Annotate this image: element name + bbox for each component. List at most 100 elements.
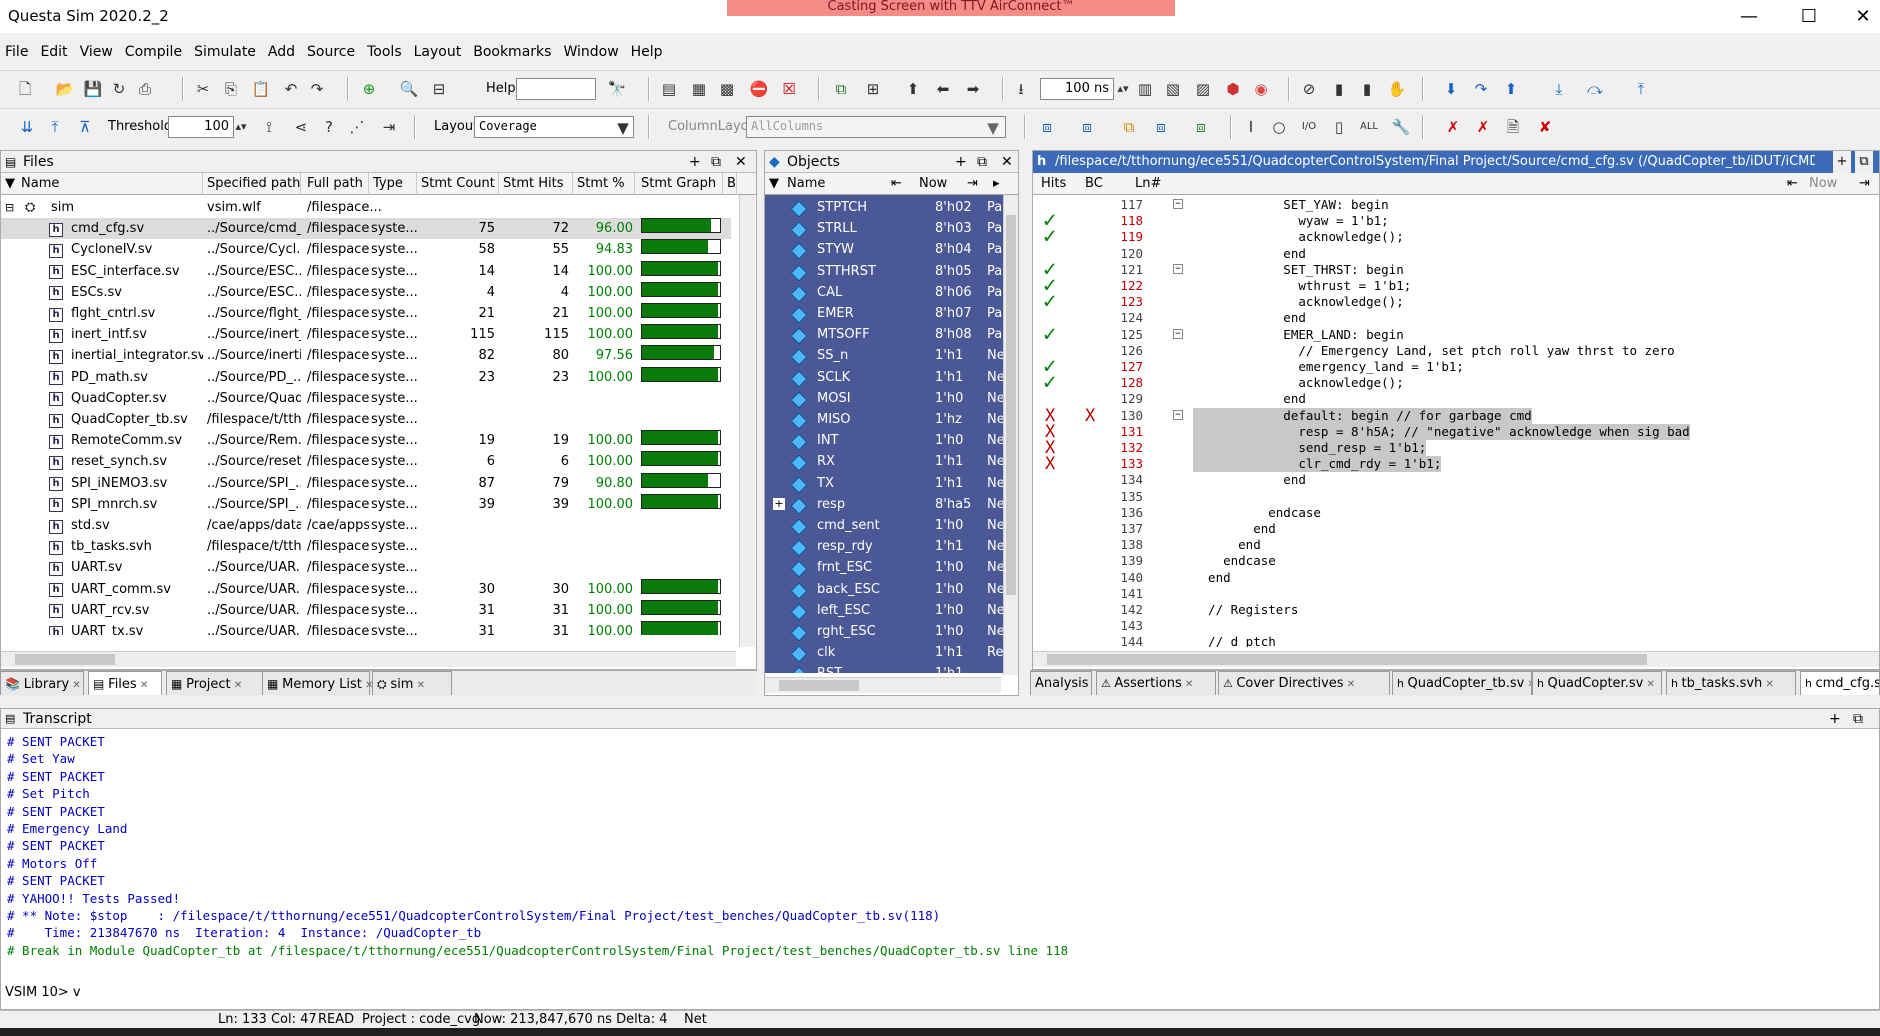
cover-icon-5[interactable]: ⧈ — [1190, 117, 1212, 137]
file-row[interactable]: h flght_cntrl.sv ../Source/flght_... /files… — [1, 303, 731, 324]
run-icon[interactable]: ▥ — [1134, 79, 1156, 99]
objects-undock-icon[interactable]: ⧉ — [977, 151, 987, 173]
step-over-back-icon[interactable]: ⤼ — [1584, 79, 1606, 99]
source-next-icon[interactable]: ⇥ — [1855, 173, 1875, 195]
file-row[interactable]: h SPI_mnrch.sv ../Source/SPI_... /filespace… — [1, 493, 731, 515]
tab-close-icon[interactable]: ✕ — [1182, 679, 1193, 690]
file-row[interactable]: h UART_rcv.sv ../Source/UAR... /filespace..… — [1, 599, 731, 621]
cut-icon[interactable]: ✂ — [192, 79, 214, 99]
tab-tb_tasks-svh[interactable]: h tb_tasks.svh ✕ — [1666, 671, 1796, 695]
objects-collapse-icon[interactable]: ▼ — [765, 173, 785, 195]
menu-bookmarks[interactable]: Bookmarks — [468, 38, 558, 60]
menu-compile[interactable]: Compile — [120, 38, 189, 60]
branch-icon[interactable]: ⟟ — [258, 117, 280, 137]
object-row[interactable]: SS_n 1'h1 Ne — [765, 345, 1005, 366]
menu-edit[interactable]: Edit — [35, 38, 74, 60]
source-prev-icon[interactable]: ⇤ — [1783, 173, 1803, 195]
code-line[interactable]: 141 — [1033, 586, 1873, 602]
back-icon[interactable]: ⬅ — [932, 79, 954, 99]
fsm-icon[interactable]: ⋰ — [346, 117, 368, 137]
chart-icon[interactable]: ▮ — [1328, 79, 1350, 99]
files-col-7[interactable]: Stmt Graph — [637, 173, 723, 195]
exclude-icon[interactable]: ✗ — [1442, 117, 1464, 137]
menu-view[interactable]: View — [75, 38, 120, 60]
up-icon[interactable]: ⬆ — [902, 79, 924, 99]
tab-quadcopter-sv[interactable]: h QuadCopter.sv ✕ — [1532, 671, 1662, 695]
file-row[interactable]: h reset_synch.sv ../Source/reset... /filesp… — [1, 451, 731, 472]
menu-add[interactable]: Add — [263, 38, 302, 60]
code-line[interactable]: 138 end — [1033, 537, 1873, 553]
files-col-5[interactable]: Stmt Hits — [499, 173, 573, 195]
filter-int-icon[interactable]: ▯ — [1328, 117, 1350, 137]
object-row[interactable]: clk 1'h1 Re — [765, 642, 1005, 663]
pane-undock-icon[interactable]: ⧉ — [711, 151, 721, 173]
tab-project[interactable]: ▦ Project ✕ — [166, 671, 266, 695]
tab-close-icon[interactable]: ✕ — [1344, 679, 1355, 690]
tab-assertions[interactable]: ⚠ Assertions ✕ — [1096, 671, 1216, 695]
source-add-icon[interactable]: + — [1833, 151, 1851, 173]
exclude-all-icon[interactable]: ✗ — [1472, 117, 1494, 137]
objects-prev-icon[interactable]: ⇤ — [887, 173, 911, 195]
maximize-icon[interactable]: ☐ — [1786, 4, 1832, 30]
help-search-icon[interactable]: 🔭 — [606, 79, 628, 99]
source-undock-icon[interactable]: ⧉ — [1855, 151, 1873, 173]
tab-sim[interactable]: ⛭ sim ✕ — [372, 671, 452, 695]
transcript-undock-icon[interactable]: ⧉ — [1853, 709, 1863, 729]
objects-more-icon[interactable]: ▸ — [989, 173, 1009, 195]
simulate-icon[interactable]: ▩ — [716, 79, 738, 99]
file-row[interactable]: h RemoteComm.sv ../Source/Rem... /filespace… — [1, 430, 731, 451]
time-spinner-icon[interactable]: ▴▾ — [1112, 79, 1134, 99]
file-row[interactable]: h cmd_cfg.sv ../Source/cmd_... /filespace..… — [1, 218, 731, 240]
files-collapse-icon[interactable]: ▼ — [1, 173, 17, 195]
restart-icon[interactable]: ⭳ — [1010, 79, 1032, 99]
code-line[interactable]: ✓ 118 wyaw = 1'b1; — [1033, 210, 1873, 232]
up-bar-icon[interactable]: ⤒ — [44, 117, 66, 137]
code-line[interactable]: X 131 resp = 8'h5A; // "negative" acknowl… — [1033, 423, 1873, 440]
help-search-input[interactable] — [516, 78, 596, 100]
tab-memory-list[interactable]: ▦ Memory List ✕ — [262, 671, 373, 695]
tab-quadcopter_tb-sv[interactable]: h QuadCopter_tb.sv ✕ — [1392, 671, 1532, 695]
code-line[interactable]: 144 // d_ptch — [1033, 634, 1873, 647]
objects-add-icon[interactable]: + — [955, 151, 967, 173]
transcript-add-icon[interactable]: + — [1829, 709, 1841, 729]
minimize-icon[interactable]: — — [1726, 4, 1772, 30]
threshold-spinner-icon[interactable]: ▴▾ — [230, 117, 252, 137]
code-line[interactable]: ✓ 122 wthrust = 1'b1; — [1033, 275, 1873, 297]
tab-close-icon[interactable]: ✕ — [1524, 679, 1531, 690]
files-hscrollbar[interactable] — [1, 651, 736, 667]
files-col-1[interactable]: Specified path — [203, 173, 301, 195]
tab-close-icon[interactable]: ✕ — [231, 680, 242, 691]
code-line[interactable]: X X 130− default: begin // for garbage cmd — [1033, 407, 1873, 424]
cover-icon-3[interactable]: ⧉ — [1118, 117, 1140, 137]
code-line[interactable]: ✓ 121− SET_THRST: begin — [1033, 258, 1873, 280]
files-col-2[interactable]: Full path — [303, 173, 369, 195]
object-row[interactable]: + resp 8'ha5 Ne — [765, 494, 1005, 515]
wrench-icon[interactable]: 🔧 — [1390, 117, 1412, 137]
object-row[interactable]: rght_ESC 1'h0 Ne — [765, 621, 1005, 642]
file-row[interactable]: h SPI_iNEMO3.sv ../Source/SPI_... /filespac… — [1, 472, 731, 494]
filter-all-icon[interactable]: ALL — [1358, 117, 1380, 137]
fold-icon[interactable]: − — [1173, 328, 1183, 339]
question-icon[interactable]: ? — [318, 117, 340, 137]
step-over-icon[interactable]: ↷ — [1470, 79, 1492, 99]
layout-chevron-down-icon[interactable]: ▼ — [612, 118, 634, 138]
code-line[interactable]: 135 — [1033, 489, 1873, 505]
objects-hscrollbar[interactable] — [765, 677, 1001, 693]
file-row[interactable]: h UART.sv ../Source/UAR... /filespace...sys… — [1, 557, 731, 578]
close-icon[interactable]: ✕ — [1840, 4, 1880, 30]
code-line[interactable]: 120 end — [1033, 246, 1873, 262]
record-icon[interactable]: ◉ — [1250, 79, 1272, 99]
code-line[interactable]: X 133 clr_cmd_rdy = 1'b1; — [1033, 456, 1873, 473]
step-icon[interactable]: ⬇ — [1440, 79, 1462, 99]
fork-icon[interactable]: ⋖ — [290, 117, 312, 137]
file-row[interactable]: h tb_tasks.svh/filespace/t/ttho... /filesp… — [1, 536, 731, 557]
step-back-icon[interactable]: ⤓ — [1548, 79, 1570, 99]
break-icon[interactable]: ⛔ — [748, 79, 770, 99]
tree-root-row[interactable]: ⊟ ⛭ sim vsim.wlf/filespace... — [1, 197, 731, 218]
tab-close-icon[interactable]: ✕ — [413, 680, 425, 691]
object-row[interactable]: STTHRST 8'h05 Pa — [765, 261, 1005, 282]
menu-layout[interactable]: Layout — [409, 38, 469, 60]
run-all-icon[interactable]: ▨ — [1192, 79, 1214, 99]
reload-icon[interactable]: ↻ — [108, 79, 130, 99]
menu-tools[interactable]: Tools — [362, 38, 409, 60]
